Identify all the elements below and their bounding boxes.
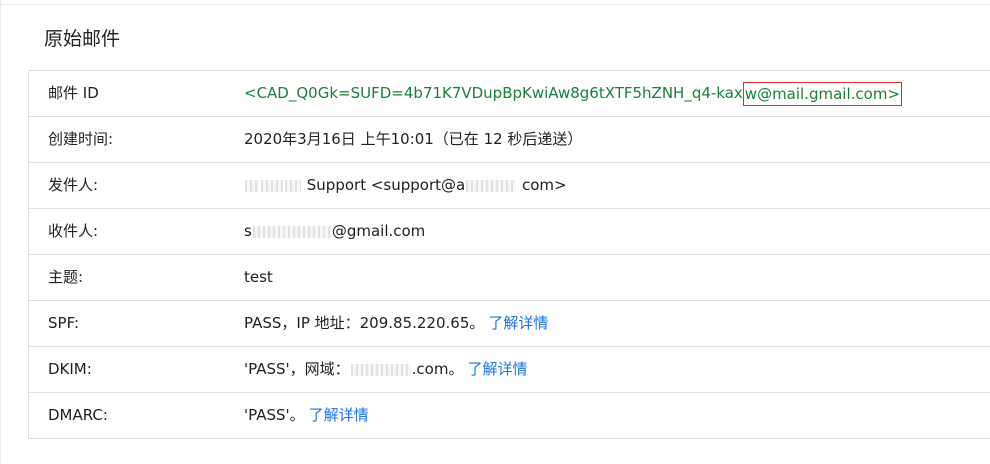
page-title: 原始邮件 [44,28,121,50]
redacted-text [245,179,259,192]
message-details-table: 邮件 ID <CAD_Q0Gk=SUFD=4b71K7VDupBpKwiAw8g… [28,70,990,439]
row-to: 收件人: s @gmail.com [29,209,990,255]
spf-value: PASS，IP 地址：209.85.220.65。 了解详情 [244,301,548,346]
from-value-middle: Support <support@a [306,176,466,194]
row-created: 创建时间: 2020年3月16日 上午10:01（已在 12 秒后递送） [29,117,990,163]
dmarc-label: DMARC: [48,406,108,424]
spf-label: SPF: [48,314,80,332]
message-id-label: 邮件 ID [48,84,99,102]
to-value-end: @gmail.com [331,222,426,240]
original-message-page: 原始邮件 邮件 ID <CAD_Q0Gk=SUFD=4b71K7VDupBpKw… [0,0,990,464]
left-divider [0,0,1,464]
spf-learn-more-link[interactable]: 了解详情 [488,314,548,332]
to-value: s @gmail.com [244,209,425,254]
from-value: Support <support@a com> [244,163,567,208]
spf-value-text: PASS，IP 地址：209.85.220.65。 [244,314,485,332]
dkim-value-start: 'PASS'，网域： [244,360,350,378]
dmarc-learn-more-link[interactable]: 了解详情 [309,406,369,424]
dmarc-value-text: 'PASS'。 [244,406,305,424]
to-value-start: s [244,222,252,240]
created-label: 创建时间: [48,130,114,148]
top-divider [0,4,990,5]
from-label: 发件人: [48,176,99,194]
dkim-value: 'PASS'，网域： .com。 了解详情 [244,347,527,392]
dmarc-value: 'PASS'。 了解详情 [244,393,369,438]
row-subject: 主题: test [29,255,990,301]
row-message-id: 邮件 ID <CAD_Q0Gk=SUFD=4b71K7VDupBpKwiAw8g… [29,71,990,117]
redacted-text [285,179,301,192]
row-from: 发件人: Support <support@a com> [29,163,990,209]
subject-value: test [244,268,273,286]
redacted-text [466,179,517,192]
from-value-end: com> [521,176,567,194]
row-dmarc: DMARC: 'PASS'。 了解详情 [29,393,990,439]
row-spf: SPF: PASS，IP 地址：209.85.220.65。 了解详情 [29,301,990,347]
redacted-text [261,179,283,192]
message-id-value: <CAD_Q0Gk=SUFD=4b71K7VDupBpKwiAw8g6tXTF5… [244,71,903,116]
row-dkim: DKIM: 'PASS'，网域： .com。 了解详情 [29,347,990,393]
dkim-value-end: .com。 [411,360,464,378]
message-id-prefix: <CAD_Q0Gk=SUFD=4b71K7VDupBpKwiAw8g6tXTF5… [244,84,743,102]
subject-label: 主题: [48,268,84,286]
message-id-highlight-box: w@mail.gmail.com> [742,81,903,106]
redacted-text [350,363,411,376]
dkim-label: DKIM: [48,360,92,378]
created-value: 2020年3月16日 上午10:01（已在 12 秒后递送） [244,130,583,148]
to-label: 收件人: [48,222,99,240]
redacted-text [252,225,331,238]
dkim-learn-more-link[interactable]: 了解详情 [467,360,527,378]
